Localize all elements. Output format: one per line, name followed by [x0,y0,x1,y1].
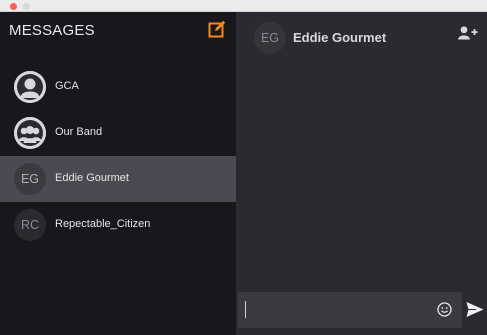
conversation-name: Eddie Gourmet [55,172,129,184]
window-titlebar [0,0,487,12]
conversation-item-repectable-citizen[interactable]: RC Repectable_Citizen [0,202,236,248]
window-minimize-button[interactable] [23,3,30,10]
chat-panel: EG Eddie Gourmet [236,12,487,335]
conversation-item-gca[interactable]: GCA [0,64,236,110]
conversation-item-eddie-gourmet[interactable]: EG Eddie Gourmet [0,156,236,202]
conversation-item-our-band[interactable]: Our Band [0,110,236,156]
sidebar-title: MESSAGES [9,22,95,39]
group-icon [14,117,46,149]
message-input[interactable] [238,292,462,328]
chat-title: Eddie Gourmet [293,30,387,45]
conversation-name: Repectable_Citizen [55,218,151,230]
window-close-button[interactable] [10,3,17,10]
person-icon [14,71,46,103]
chat-avatar: EG [254,22,286,54]
send-icon[interactable] [466,301,484,318]
add-person-icon[interactable] [458,26,478,40]
avatar-initials: RC [14,209,46,241]
avatar-initials: EG [14,163,46,195]
conversation-name: Our Band [55,126,103,138]
message-composer [236,292,487,335]
conversation-name: GCA [55,80,79,92]
sidebar: MESSAGES GCA Our Band EG Eddie Gourmet R… [0,12,236,335]
emoji-icon[interactable] [437,302,452,317]
text-caret [245,301,246,318]
sidebar-header: MESSAGES [0,12,236,58]
compose-icon[interactable] [208,20,226,38]
